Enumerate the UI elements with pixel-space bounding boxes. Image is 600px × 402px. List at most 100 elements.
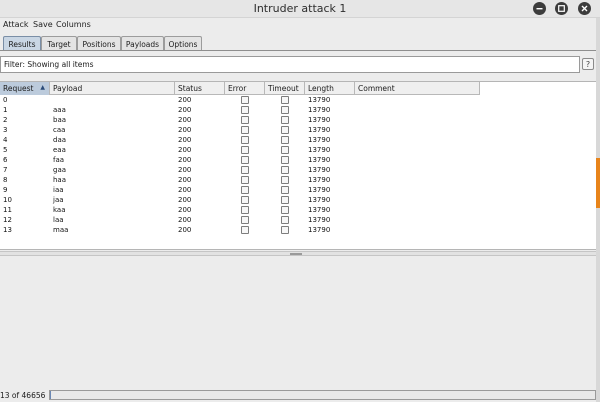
column-header-status[interactable]: Status — [175, 82, 225, 95]
error-checkbox[interactable] — [241, 106, 249, 114]
table-row[interactable]: 10 jaa 200 13790 — [0, 195, 480, 205]
timeout-checkbox[interactable] — [281, 226, 289, 234]
status-bar: 13 of 46656 — [0, 389, 600, 402]
error-checkbox[interactable] — [241, 226, 249, 234]
error-checkbox[interactable] — [241, 116, 249, 124]
column-header-timeout[interactable]: Timeout — [265, 82, 305, 95]
timeout-checkbox[interactable] — [281, 106, 289, 114]
cell-status: 200 — [178, 126, 192, 134]
cell-payload: eaa — [53, 146, 66, 154]
tab-target[interactable]: Target — [41, 36, 77, 51]
progress-count: 13 of 46656 — [0, 391, 46, 400]
cell-status: 200 — [178, 196, 192, 204]
timeout-checkbox[interactable] — [281, 206, 289, 214]
error-checkbox[interactable] — [241, 166, 249, 174]
error-checkbox[interactable] — [241, 156, 249, 164]
error-checkbox[interactable] — [241, 176, 249, 184]
cell-status: 200 — [178, 96, 192, 104]
timeout-checkbox[interactable] — [281, 136, 289, 144]
cell-request: 13 — [3, 226, 12, 234]
cell-request: 6 — [3, 156, 8, 164]
cell-request: 4 — [3, 136, 8, 144]
timeout-checkbox[interactable] — [281, 146, 289, 154]
timeout-checkbox[interactable] — [281, 196, 289, 204]
table-row[interactable]: 5 eaa 200 13790 — [0, 145, 480, 155]
table-row[interactable]: 2 baa 200 13790 — [0, 115, 480, 125]
cell-status: 200 — [178, 136, 192, 144]
cell-request: 7 — [3, 166, 8, 174]
help-icon[interactable]: ? — [582, 58, 594, 70]
cell-request: 11 — [3, 206, 12, 214]
timeout-checkbox[interactable] — [281, 166, 289, 174]
cell-length: 13790 — [308, 126, 331, 134]
cell-status: 200 — [178, 176, 192, 184]
table-row[interactable]: 8 haa 200 13790 — [0, 175, 480, 185]
tab-results[interactable]: Results — [3, 36, 41, 51]
window-title: Intruder attack 1 — [253, 2, 347, 15]
table-row[interactable]: 1 aaa 200 13790 — [0, 105, 480, 115]
table-row[interactable]: 4 daa 200 13790 — [0, 135, 480, 145]
timeout-checkbox[interactable] — [281, 96, 289, 104]
cell-request: 5 — [3, 146, 8, 154]
table-row[interactable]: 3 caa 200 13790 — [0, 125, 480, 135]
menu-save[interactable]: Save — [33, 20, 53, 29]
cell-request: 0 — [3, 96, 8, 104]
filter-bar[interactable]: Filter: Showing all items — [0, 56, 580, 73]
error-checkbox[interactable] — [241, 146, 249, 154]
cell-payload: faa — [53, 156, 65, 164]
table-row[interactable]: 6 faa 200 13790 — [0, 155, 480, 165]
cell-payload: kaa — [53, 206, 66, 214]
timeout-checkbox[interactable] — [281, 126, 289, 134]
cell-payload: laa — [53, 216, 64, 224]
column-header-label: Request — [3, 84, 34, 93]
cell-request: 3 — [3, 126, 8, 134]
menu-columns[interactable]: Columns — [56, 20, 91, 29]
minimize-icon[interactable] — [533, 2, 546, 15]
cell-length: 13790 — [308, 196, 331, 204]
column-header-error[interactable]: Error — [225, 82, 265, 95]
maximize-icon[interactable] — [555, 2, 568, 15]
accent-strip — [596, 158, 600, 208]
error-checkbox[interactable] — [241, 196, 249, 204]
column-header-comment[interactable]: Comment — [355, 82, 480, 95]
column-header-length[interactable]: Length — [305, 82, 355, 95]
timeout-checkbox[interactable] — [281, 116, 289, 124]
table-header: Request ▲ Payload Status Error Timeout L… — [0, 82, 480, 95]
column-header-payload[interactable]: Payload — [50, 82, 175, 95]
table-row[interactable]: 0 200 13790 — [0, 95, 480, 105]
menu-attack[interactable]: Attack — [3, 20, 29, 29]
error-checkbox[interactable] — [241, 216, 249, 224]
cell-length: 13790 — [308, 206, 331, 214]
error-checkbox[interactable] — [241, 186, 249, 194]
timeout-checkbox[interactable] — [281, 186, 289, 194]
error-checkbox[interactable] — [241, 206, 249, 214]
table-row[interactable]: 11 kaa 200 13790 — [0, 205, 480, 215]
cell-status: 200 — [178, 156, 192, 164]
tab-positions[interactable]: Positions — [77, 36, 121, 51]
cell-payload: maa — [53, 226, 69, 234]
error-checkbox[interactable] — [241, 136, 249, 144]
cell-payload: jaa — [53, 196, 64, 204]
tab-payloads[interactable]: Payloads — [121, 36, 164, 51]
table-row[interactable]: 13 maa 200 13790 — [0, 225, 480, 235]
error-checkbox[interactable] — [241, 126, 249, 134]
splitter-grip[interactable] — [290, 253, 302, 255]
cell-payload: aaa — [53, 106, 66, 114]
cell-status: 200 — [178, 116, 192, 124]
cell-length: 13790 — [308, 156, 331, 164]
timeout-checkbox[interactable] — [281, 216, 289, 224]
table-row[interactable]: 12 laa 200 13790 — [0, 215, 480, 225]
timeout-checkbox[interactable] — [281, 156, 289, 164]
tab-options[interactable]: Options — [164, 36, 202, 51]
table-row[interactable]: 7 gaa 200 13790 — [0, 165, 480, 175]
cell-length: 13790 — [308, 186, 331, 194]
close-icon[interactable] — [578, 2, 591, 15]
cell-payload: haa — [53, 176, 67, 184]
timeout-checkbox[interactable] — [281, 176, 289, 184]
cell-request: 10 — [3, 196, 12, 204]
error-checkbox[interactable] — [241, 96, 249, 104]
cell-payload: iaa — [53, 186, 64, 194]
table-row[interactable]: 9 iaa 200 13790 — [0, 185, 480, 195]
column-header-request[interactable]: Request ▲ — [0, 82, 50, 95]
cell-request: 1 — [3, 106, 8, 114]
